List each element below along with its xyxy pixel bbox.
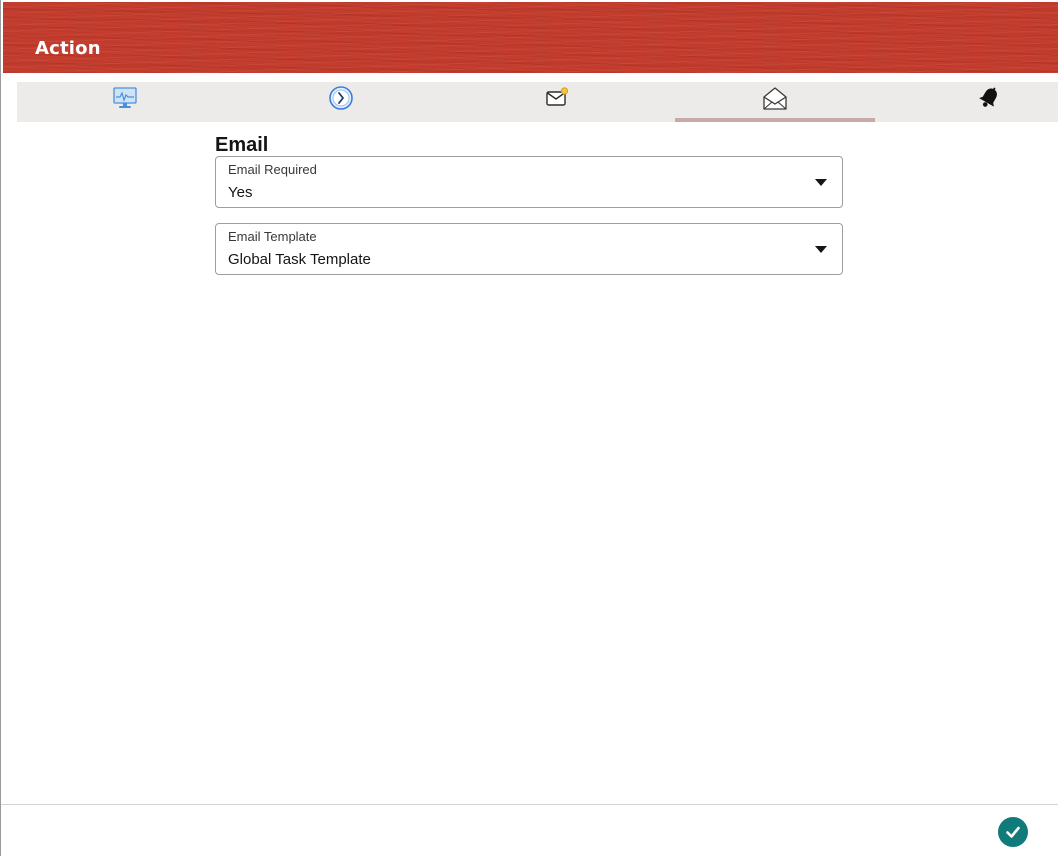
email-required-select[interactable]: Email Required Yes [215, 156, 843, 208]
open-envelope-icon [763, 87, 787, 110]
footer-divider [1, 804, 1058, 805]
tab-new-mail[interactable] [457, 82, 657, 122]
dropdown-arrow-icon [815, 246, 827, 253]
new-mail-icon [546, 87, 569, 106]
email-required-value: Yes [228, 184, 253, 201]
email-template-select[interactable]: Email Template Global Task Template [215, 223, 843, 275]
dialog-header: Action [3, 2, 1058, 73]
email-settings-panel: Email Email Required Yes Email Template … [215, 134, 843, 275]
email-template-value: Global Task Template [228, 251, 371, 268]
dropdown-arrow-icon [815, 179, 827, 186]
email-template-label: Email Template [228, 229, 317, 244]
tab-email[interactable] [675, 82, 875, 122]
monitor-icon [113, 87, 137, 108]
action-dialog: Action Email Email Required Yes Email Te… [0, 0, 1058, 856]
clock-icon [329, 86, 353, 110]
tab-clock[interactable] [241, 82, 441, 122]
tab-alerts[interactable] [889, 82, 1058, 122]
dialog-title: Action [35, 38, 101, 59]
tab-bar [17, 82, 1058, 122]
confirm-button[interactable] [998, 817, 1028, 847]
bell-icon [979, 87, 997, 107]
checkmark-icon [1006, 826, 1020, 838]
section-title: Email [215, 134, 269, 156]
tab-monitor[interactable] [25, 82, 225, 122]
email-required-label: Email Required [228, 162, 317, 177]
